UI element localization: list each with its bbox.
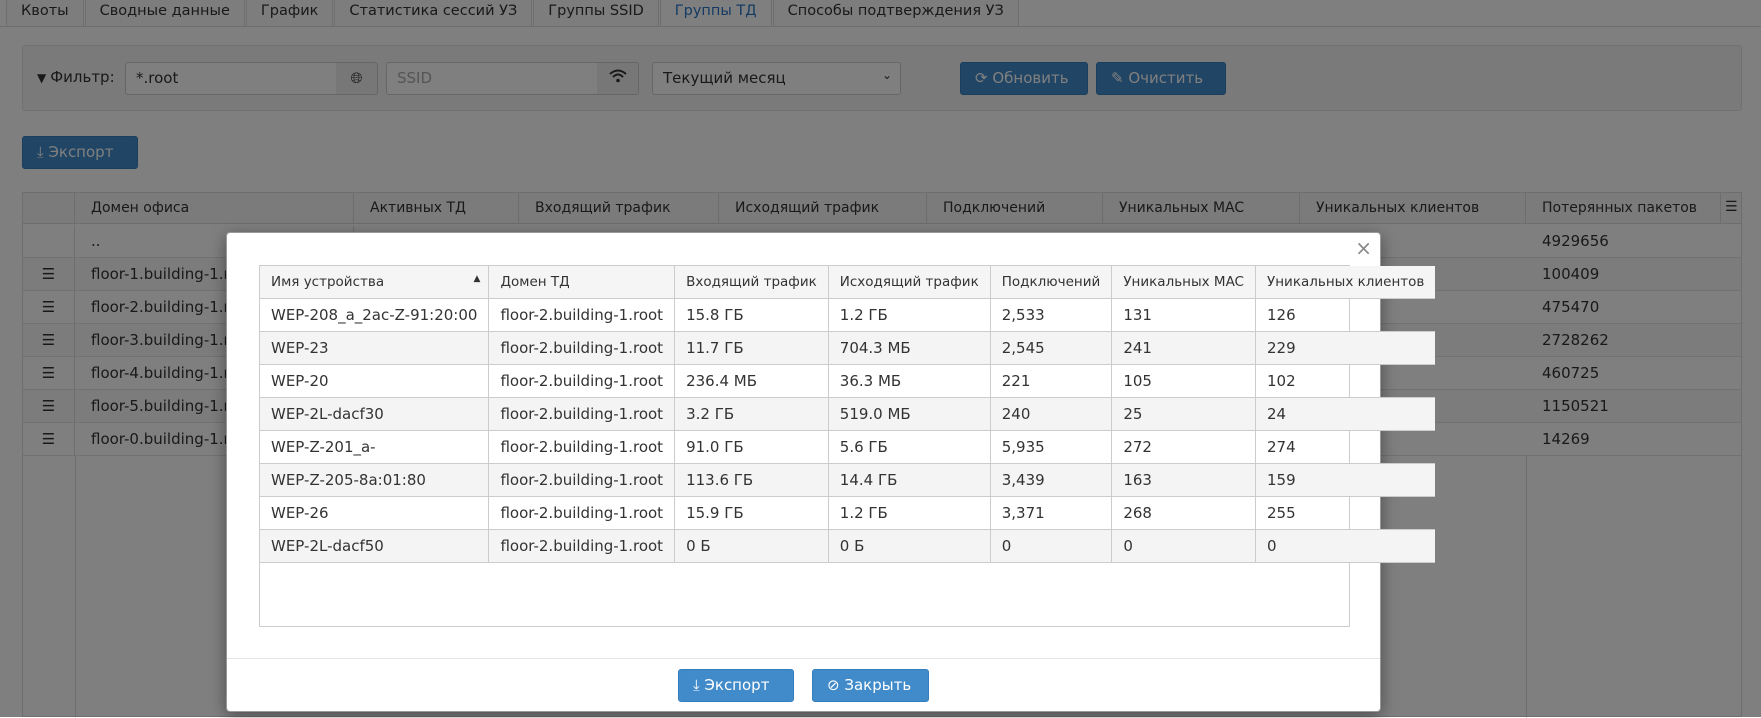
cell-unique-clients: 255 [1255,496,1436,530]
cell-out-traffic: 14.4 ГБ [828,463,991,497]
sort-asc-icon: ▲ [473,274,481,284]
cell-out-traffic: 0 Б [828,529,991,563]
cell-out-traffic: 704.3 МБ [828,331,991,365]
cell-unique-clients: 24 [1255,397,1436,431]
th-ap-domain[interactable]: Домен ТД [488,266,676,299]
cell-device-name: WEP-23 [260,331,490,365]
th-device-name[interactable]: Имя устройства ▲ [260,266,490,299]
cell-out-traffic: 1.2 ГБ [828,496,991,530]
cell-ap-domain: floor-2.building-1.root [488,529,676,563]
cell-in-traffic: 0 Б [674,529,829,563]
cell-unique-mac: 25 [1111,397,1256,431]
th-out-traffic[interactable]: Исходящий трафик [828,266,991,299]
cell-connections: 240 [990,397,1113,431]
cell-connections: 221 [990,364,1113,398]
table-row[interactable]: WEP-2L-dacf30 floor-2.building-1.root 3.2 … [260,397,1436,431]
cell-connections: 2,533 [990,298,1113,332]
ap-details-modal: × Имя устройства ▲ Домен ТД Входящий траф… [226,232,1436,712]
cell-unique-mac: 105 [1111,364,1256,398]
cell-unique-clients: 0 [1255,529,1436,563]
cell-ap-domain: floor-2.building-1.root [488,331,676,365]
cell-in-traffic: 15.9 ГБ [674,496,829,530]
cell-ap-domain: floor-2.building-1.root [488,463,676,497]
cell-unique-mac: 131 [1111,298,1256,332]
cell-in-traffic: 11.7 ГБ [674,331,829,365]
device-table: Имя устройства ▲ Домен ТД Входящий трафик… [260,266,1436,563]
th-unique-mac[interactable]: Уникальных MAC [1111,266,1256,299]
table-row[interactable]: WEP-26 floor-2.building-1.root 15.9 ГБ 1.2 … [260,496,1436,530]
cell-in-traffic: 91.0 ГБ [674,430,829,464]
close-icon[interactable]: × [1355,236,1372,260]
cell-unique-clients: 229 [1255,331,1436,365]
cell-ap-domain: floor-2.building-1.root [488,430,676,464]
cell-unique-mac: 268 [1111,496,1256,530]
cell-ap-domain: floor-2.building-1.root [488,397,676,431]
cell-in-traffic: 236.4 МБ [674,364,829,398]
modal-close-label: Закрыть [844,676,912,694]
cell-device-name: WEP-26 [260,496,490,530]
cell-out-traffic: 36.3 МБ [828,364,991,398]
table-row[interactable]: WEP-20 floor-2.building-1.root 236.4 МБ 36.… [260,364,1436,398]
cell-out-traffic: 5.6 ГБ [828,430,991,464]
cell-device-name: WEP-208_a_2ac-Z-91:20:00 [260,298,490,332]
table-row[interactable]: WEP-2L-dacf50 floor-2.building-1.root 0 Б0… [260,529,1436,563]
cell-unique-mac: 163 [1111,463,1256,497]
th-connections[interactable]: Подключений [990,266,1113,299]
cell-connections: 3,371 [990,496,1113,530]
table-row[interactable]: WEP-Z-201_a-floor-2.building-1.root 91.0 … [260,430,1436,464]
modal-export-button[interactable]: ⤓ Экспорт [678,669,794,702]
device-table-container: Имя устройства ▲ Домен ТД Входящий трафик… [259,265,1436,627]
cell-unique-mac: 0 [1111,529,1256,563]
download-icon: ⤓ [693,676,705,694]
cell-unique-clients: 126 [1255,298,1436,332]
cell-out-traffic: 1.2 ГБ [828,298,991,332]
cell-device-name: WEP-Z-201_a- [260,430,490,464]
cell-device-name: WEP-20 [260,364,490,398]
cell-unique-mac: 241 [1111,331,1256,365]
modal-footer: ⤓ Экспорт ⊘ Закрыть [227,658,1380,711]
cell-connections: 2,545 [990,331,1113,365]
cell-ap-domain: floor-2.building-1.root [488,364,676,398]
table-row[interactable]: WEP-Z-205-8a:01:80 floor-2.building-1.roo… [260,463,1436,497]
cell-connections: 0 [990,529,1113,563]
device-table-header: Имя устройства ▲ Домен ТД Входящий трафик… [260,266,1436,299]
cell-device-name: WEP-2L-dacf50 [260,529,490,563]
cell-out-traffic: 519.0 МБ [828,397,991,431]
ban-icon: ⊘ [827,676,845,694]
cell-in-traffic: 15.8 ГБ [674,298,829,332]
th-unique-clients[interactable]: Уникальных клиентов [1255,266,1436,299]
cell-unique-clients: 274 [1255,430,1436,464]
cell-in-traffic: 113.6 ГБ [674,463,829,497]
cell-connections: 5,935 [990,430,1113,464]
table-row[interactable]: WEP-23 floor-2.building-1.root 11.7 ГБ 704.… [260,331,1436,365]
cell-ap-domain: floor-2.building-1.root [488,496,676,530]
cell-unique-clients: 102 [1255,364,1436,398]
th-in-traffic[interactable]: Входящий трафик [674,266,829,299]
cell-ap-domain: floor-2.building-1.root [488,298,676,332]
cell-unique-mac: 272 [1111,430,1256,464]
cell-unique-clients: 159 [1255,463,1436,497]
cell-connections: 3,439 [990,463,1113,497]
cell-device-name: WEP-2L-dacf30 [260,397,490,431]
th-label: Имя устройства [271,273,385,290]
table-row[interactable]: WEP-208_a_2ac-Z-91:20:00 floor-2.building… [260,298,1436,332]
modal-export-label: Экспорт [704,676,770,694]
cell-in-traffic: 3.2 ГБ [674,397,829,431]
modal-close-button[interactable]: ⊘ Закрыть [812,669,929,702]
cell-device-name: WEP-Z-205-8a:01:80 [260,463,490,497]
